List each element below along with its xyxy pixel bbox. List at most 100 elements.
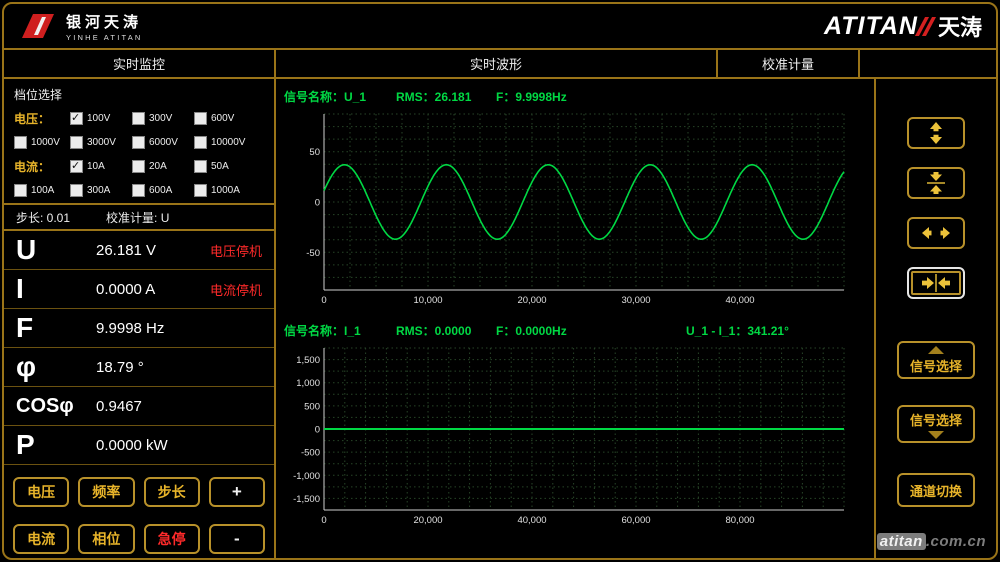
voltage-option-300V[interactable]: 300V (132, 112, 194, 125)
current-option-600A[interactable]: 600A (132, 184, 194, 197)
measure-value: 9.9998 Hz (96, 320, 164, 337)
current-option-20A[interactable]: 20A (132, 160, 194, 173)
signal-select-up-button[interactable]: 信号选择 (897, 341, 975, 379)
current-option-10A[interactable]: 10A (70, 160, 132, 173)
svg-text:0: 0 (321, 515, 326, 526)
current-button[interactable]: 电流 (13, 524, 69, 554)
voltage-option-1000V[interactable]: 1000V (14, 136, 70, 149)
arrows-expand-vertical-icon (921, 122, 951, 144)
svg-text:40,000: 40,000 (725, 295, 754, 306)
checkbox-label: 100A (31, 185, 54, 196)
brand-name-cn: 天涛 (938, 10, 982, 42)
current-option-50A[interactable]: 50A (194, 160, 264, 173)
logo-title: 银河天涛 (66, 11, 143, 32)
checkbox-unchecked-icon (194, 184, 207, 197)
svg-text:500: 500 (304, 401, 320, 412)
u1-wave-header: 信号名称：U_1 RMS：26.181 F：9.9998Hz (284, 83, 866, 109)
measure-value: 18.79 ° (96, 359, 144, 376)
logo-text: 银河天涛 YINHE ATITAN (66, 11, 143, 42)
phase-button[interactable]: 相位 (78, 524, 134, 554)
expand-vertical-button[interactable] (907, 117, 965, 149)
emergency-stop-button[interactable]: 急停 (144, 524, 200, 554)
measure-value: 0.0000 kW (96, 437, 168, 454)
measurement-list: U26.181 V电压停机I0.0000 A电流停机F9.9998 Hzφ18.… (4, 231, 274, 465)
voltage-option-3000V[interactable]: 3000V (70, 136, 132, 149)
measure-value: 26.181 V (96, 242, 156, 259)
step-row: 步长: 0.01 校准计量: U (4, 205, 274, 231)
signal-select-down-label: 信号选择 (910, 410, 962, 429)
alarm-text: 电压停机 (210, 241, 262, 260)
measure-value: 0.9467 (96, 398, 142, 415)
measure-row-i: I0.0000 A电流停机 (4, 270, 274, 309)
checkbox-checked-icon (70, 160, 83, 173)
frequency-button[interactable]: 频率 (78, 477, 134, 507)
checkbox-unchecked-icon (132, 160, 145, 173)
checkbox-label: 600V (211, 113, 234, 124)
measure-symbol: φ (16, 351, 96, 383)
main-area: 实时监控 档位选择 电压：100V300V600V1000V3000V6000V… (4, 50, 996, 558)
checkbox-unchecked-icon (70, 136, 83, 149)
u1-waveform-chart: 010,00020,00030,00040,000500-50 (284, 109, 850, 307)
expand-horizontal-button[interactable] (907, 217, 965, 249)
current-option-300A[interactable]: 300A (70, 184, 132, 197)
tab-monitor: 实时监控 (4, 50, 274, 79)
checkbox-unchecked-icon (14, 136, 27, 149)
checkbox-unchecked-icon (132, 184, 145, 197)
svg-text:20,000: 20,000 (413, 515, 442, 526)
i1-waveform-chart: 020,00040,00060,00080,0001,5001,0005000-… (284, 343, 850, 527)
checkbox-label: 50A (211, 161, 229, 172)
svg-text:-1,000: -1,000 (293, 471, 320, 482)
svg-text:30,000: 30,000 (621, 295, 650, 306)
current-option-100A[interactable]: 100A (14, 184, 70, 197)
minus-button[interactable]: - (209, 524, 265, 554)
logo-subtitle: YINHE ATITAN (66, 33, 143, 42)
voltage-option-10000V[interactable]: 10000V (194, 136, 264, 149)
svg-text:1,000: 1,000 (296, 378, 320, 389)
current-option-1000A[interactable]: 1000A (194, 184, 264, 197)
checkbox-label: 20A (149, 161, 167, 172)
triangle-up-icon (928, 346, 944, 354)
svg-text:0: 0 (315, 198, 320, 209)
step-button[interactable]: 步长 (144, 477, 200, 507)
checkbox-label: 1000A (211, 185, 240, 196)
compress-horizontal-button[interactable] (907, 267, 965, 299)
compress-vertical-button[interactable] (907, 167, 965, 199)
tab-calibration[interactable]: 校准计量 (718, 50, 860, 77)
svg-text:40,000: 40,000 (517, 515, 546, 526)
watermark-brand: atitan (877, 533, 926, 550)
checkbox-unchecked-icon (132, 112, 145, 125)
voltage-option-6000V[interactable]: 6000V (132, 136, 194, 149)
brand-slash-icon (920, 17, 934, 36)
checkbox-label: 300A (87, 185, 110, 196)
i1-rms-value: RMS：0.0000 (396, 322, 496, 339)
tab-waveform[interactable]: 实时波形 (276, 50, 718, 77)
checkbox-checked-icon (70, 112, 83, 125)
measure-symbol: P (16, 429, 96, 461)
tabs-row: 实时波形 校准计量 (276, 50, 996, 79)
channel-switch-button[interactable]: 通道切换 (897, 473, 975, 507)
i1-signal-name: 信号名称：I_1 (284, 322, 396, 339)
measure-symbol: COSφ (16, 395, 96, 418)
voltage-option-600V[interactable]: 600V (194, 112, 264, 125)
svg-text:80,000: 80,000 (725, 515, 754, 526)
svg-text:50: 50 (309, 147, 320, 158)
range-select-title: 档位选择 (14, 86, 264, 103)
checkbox-label: 1000V (31, 137, 60, 148)
arrows-compress-horizontal-icon (921, 272, 951, 294)
voltage-button[interactable]: 电压 (13, 477, 69, 507)
svg-text:-1,500: -1,500 (293, 494, 320, 505)
logo-icon (18, 11, 58, 41)
checkbox-label: 3000V (87, 137, 116, 148)
svg-text:0: 0 (315, 425, 320, 436)
checkbox-label: 10A (87, 161, 105, 172)
checkbox-label: 10000V (211, 137, 245, 148)
logo: 银河天涛 YINHE ATITAN (18, 11, 143, 42)
signal-select-down-button[interactable]: 信号选择 (897, 405, 975, 443)
checkbox-unchecked-icon (194, 136, 207, 149)
current-label: 电流： (14, 158, 70, 175)
measure-row-phi: φ18.79 ° (4, 348, 274, 387)
checkbox-label: 300V (149, 113, 172, 124)
watermark-domain: .com.cn (926, 533, 986, 550)
voltage-option-100V[interactable]: 100V (70, 112, 132, 125)
plus-button[interactable]: + (209, 477, 265, 507)
